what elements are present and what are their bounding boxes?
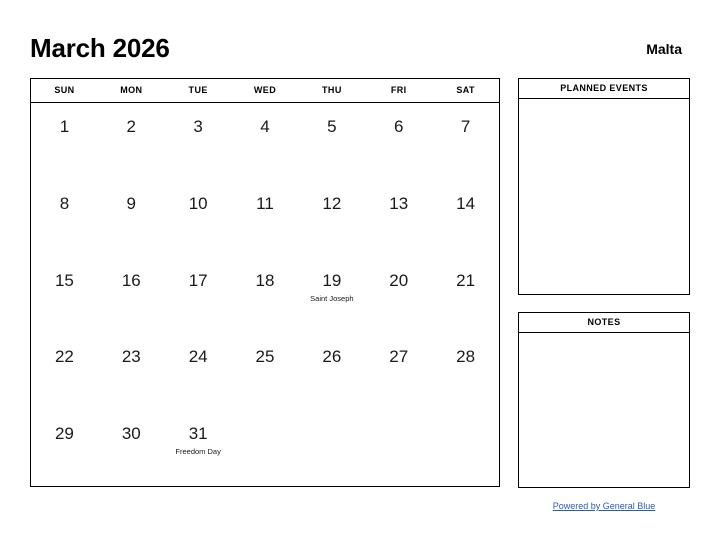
calendar-week-row: 15 16 17 18 19 Saint Joseph 20 21 xyxy=(31,257,499,334)
calendar-day-cell-empty xyxy=(432,410,499,487)
planned-events-panel: PLANNED EVENTS xyxy=(518,78,690,295)
day-number: 17 xyxy=(188,270,208,290)
calendar-day-cell[interactable]: 7 xyxy=(432,103,499,180)
day-number: 18 xyxy=(255,270,275,290)
day-event: Freedom Day xyxy=(175,447,221,457)
calendar-day-cell[interactable]: 21 xyxy=(432,257,499,334)
calendar-day-cell[interactable]: 12 xyxy=(298,180,365,257)
calendar-day-cell[interactable]: 30 xyxy=(98,410,165,487)
day-number: 24 xyxy=(188,347,208,367)
page-header: March 2026 Malta xyxy=(30,33,682,67)
notes-content[interactable] xyxy=(519,333,689,487)
calendar-day-cell[interactable]: 14 xyxy=(432,180,499,257)
page-title: March 2026 xyxy=(30,33,170,63)
calendar-day-cell[interactable]: 27 xyxy=(365,333,432,410)
calendar-day-cell[interactable]: 29 xyxy=(31,410,98,487)
planned-events-title: PLANNED EVENTS xyxy=(519,79,689,99)
planned-events-content[interactable] xyxy=(519,99,689,294)
day-number: 27 xyxy=(389,347,409,367)
calendar-day-cell[interactable]: 1 xyxy=(31,103,98,180)
calendar-day-cell-empty xyxy=(365,410,432,487)
weekday-header-sun: SUN xyxy=(54,85,75,95)
calendar-day-cell[interactable]: 6 xyxy=(365,103,432,180)
day-number: 9 xyxy=(126,193,137,213)
calendar-day-cell[interactable]: 19 Saint Joseph xyxy=(298,257,365,334)
day-number: 26 xyxy=(322,347,342,367)
day-number: 20 xyxy=(389,270,409,290)
day-number: 15 xyxy=(54,270,74,290)
calendar-day-cell[interactable]: 20 xyxy=(365,257,432,334)
day-number: 28 xyxy=(456,347,476,367)
calendar-day-cell[interactable]: 24 xyxy=(165,333,232,410)
calendar-day-cell-empty xyxy=(298,410,365,487)
day-number: 22 xyxy=(54,347,74,367)
day-number: 21 xyxy=(456,270,476,290)
day-number: 6 xyxy=(393,117,404,136)
calendar-day-cell[interactable]: 5 xyxy=(298,103,365,180)
notes-title: NOTES xyxy=(519,313,689,333)
calendar-week-row: 22 23 24 25 26 27 28 xyxy=(31,333,499,410)
day-number: 2 xyxy=(126,117,137,136)
day-number: 14 xyxy=(456,193,476,213)
calendar-week-row: 1 2 3 4 5 6 7 xyxy=(31,103,499,180)
calendar-day-cell[interactable]: 13 xyxy=(365,180,432,257)
calendar-day-cell[interactable]: 2 xyxy=(98,103,165,180)
day-number: 25 xyxy=(255,347,275,367)
weekday-header-sat: SAT xyxy=(456,85,475,95)
weekday-header-mon: MON xyxy=(120,85,143,95)
day-number: 19 xyxy=(322,270,342,290)
day-number: 3 xyxy=(193,117,203,136)
powered-by-link[interactable]: Powered by General Blue xyxy=(553,501,656,511)
day-number: 10 xyxy=(188,193,208,213)
day-number: 13 xyxy=(389,193,409,213)
calendar-day-cell[interactable]: 10 xyxy=(165,180,232,257)
day-number: 1 xyxy=(59,117,70,136)
calendar-day-cell[interactable]: 17 xyxy=(165,257,232,334)
calendar-day-cell[interactable]: 31 Freedom Day xyxy=(165,410,232,487)
location-label: Malta xyxy=(646,41,682,57)
calendar-day-cell[interactable]: 18 xyxy=(232,257,299,334)
footer: Powered by General Blue xyxy=(518,496,690,514)
calendar-day-cell[interactable]: 3 xyxy=(165,103,232,180)
calendar-day-cell[interactable]: 28 xyxy=(432,333,499,410)
calendar-day-cell[interactable]: 8 xyxy=(31,180,98,257)
day-number: 23 xyxy=(121,347,141,367)
calendar-day-cell[interactable]: 22 xyxy=(31,333,98,410)
day-number: 7 xyxy=(460,117,471,136)
day-number: 5 xyxy=(327,117,337,136)
calendar-week-row: 29 30 31 Freedom Day xyxy=(31,410,499,487)
day-number: 31 xyxy=(188,424,208,444)
day-number: 30 xyxy=(121,424,141,444)
calendar-body: 1 2 3 4 5 6 7 8 9 10 11 12 13 14 15 16 1… xyxy=(31,103,499,487)
calendar-week-row: 8 9 10 11 12 13 14 xyxy=(31,180,499,257)
calendar-day-cell[interactable]: 23 xyxy=(98,333,165,410)
calendar-day-cell[interactable]: 25 xyxy=(232,333,299,410)
weekday-header-tue: TUE xyxy=(188,85,208,95)
weekday-header-fri: FRI xyxy=(390,85,407,95)
day-number: 11 xyxy=(256,193,274,213)
day-number: 16 xyxy=(121,270,141,290)
weekday-header-thu: THU xyxy=(322,85,342,95)
day-number: 29 xyxy=(54,424,74,444)
calendar-page: March 2026 Malta SUN MON TUE WED THU FRI… xyxy=(0,0,712,550)
calendar-day-cell[interactable]: 26 xyxy=(298,333,365,410)
calendar-day-cell-empty xyxy=(232,410,299,487)
weekday-header-row: SUN MON TUE WED THU FRI SAT xyxy=(31,79,499,103)
calendar-day-cell[interactable]: 11 xyxy=(232,180,299,257)
calendar-day-cell[interactable]: 16 xyxy=(98,257,165,334)
day-number: 8 xyxy=(59,193,70,213)
day-number: 4 xyxy=(260,117,270,136)
weekday-header-wed: WED xyxy=(253,85,277,95)
day-number: 12 xyxy=(322,193,342,213)
calendar-day-cell[interactable]: 15 xyxy=(31,257,98,334)
day-event: Saint Joseph xyxy=(310,293,354,303)
calendar-grid: SUN MON TUE WED THU FRI SAT 1 2 3 4 5 6 … xyxy=(30,78,500,487)
notes-panel: NOTES xyxy=(518,312,690,488)
calendar-day-cell[interactable]: 4 xyxy=(232,103,299,180)
calendar-day-cell[interactable]: 9 xyxy=(98,180,165,257)
